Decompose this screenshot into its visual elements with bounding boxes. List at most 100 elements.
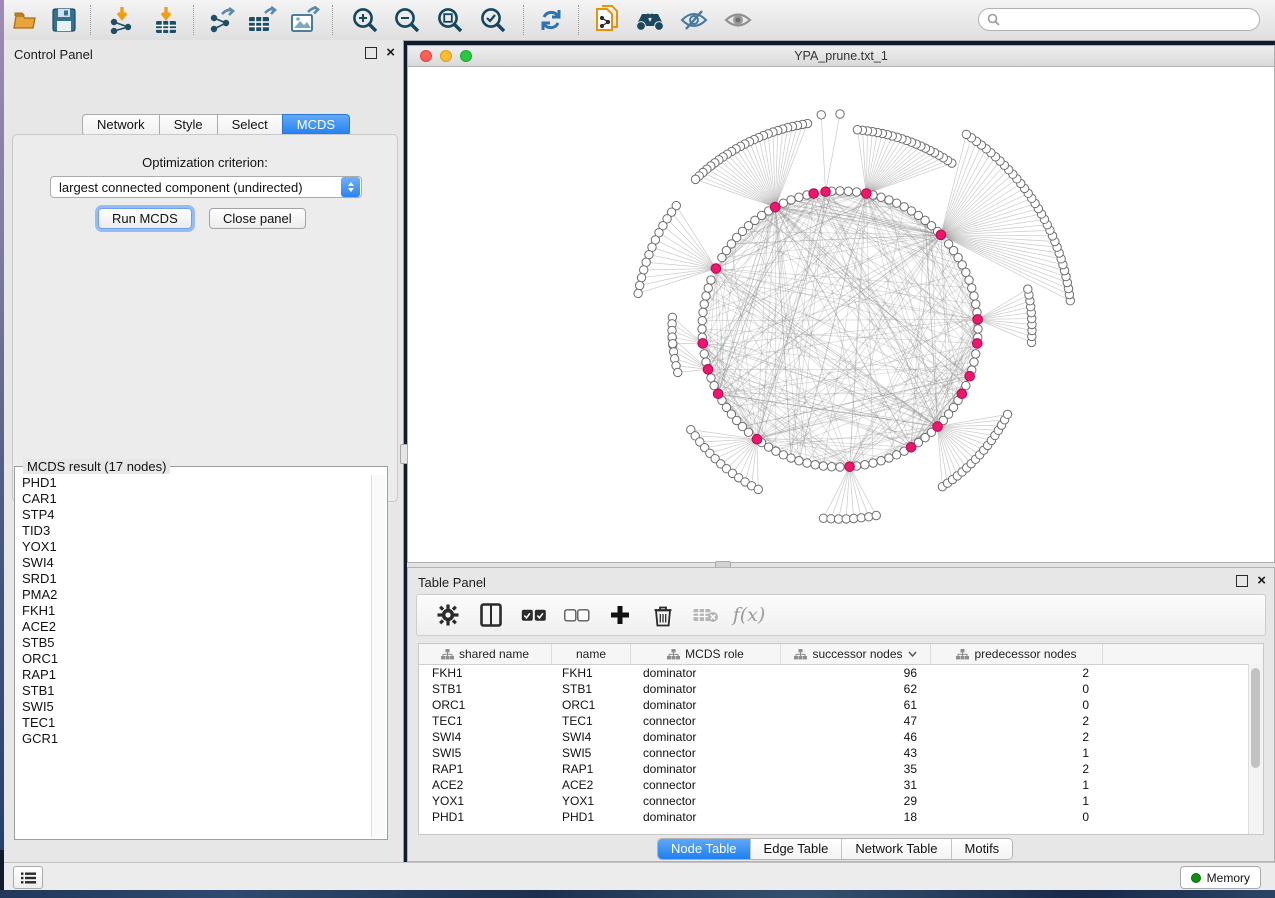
mcds-result-item[interactable]: RAP1 [16,667,372,683]
network-graph-canvas[interactable] [408,66,1272,562]
table-cell[interactable]: TEC1 [419,713,552,729]
table-cell[interactable]: 61 [781,697,931,713]
show-columns-icon[interactable] [478,602,504,628]
table-cell[interactable]: SWI5 [552,745,631,761]
mcds-result-item[interactable]: SWI5 [16,699,372,715]
tab-select[interactable]: Select [217,114,282,136]
table-cell[interactable]: 1 [931,777,1103,793]
tab-style[interactable]: Style [159,114,217,136]
table-cell[interactable]: connector [631,745,781,761]
table-scrollbar[interactable] [1248,664,1263,834]
table-cell[interactable]: connector [631,793,781,809]
table-cell[interactable]: dominator [631,697,781,713]
table-cell[interactable]: ORC1 [552,697,631,713]
table-cell[interactable]: 35 [781,761,931,777]
zoom-fit-icon[interactable] [434,4,466,36]
table-cell[interactable]: TEC1 [552,713,631,729]
mcds-result-item[interactable]: GCR1 [16,731,372,747]
mcds-result-item[interactable]: CAR1 [16,491,372,507]
table-cell[interactable]: RAP1 [552,761,631,777]
table-cell[interactable]: dominator [631,809,781,825]
mcds-result-item[interactable]: PHD1 [16,475,372,491]
export-network-icon[interactable] [206,4,238,36]
task-history-button[interactable] [13,866,43,889]
close-panel-icon[interactable]: × [386,48,395,58]
tab-edge-table[interactable]: Edge Table [751,839,843,859]
mcds-result-item[interactable]: FKH1 [16,603,372,619]
tab-network-table[interactable]: Network Table [842,839,951,859]
table-scrollbar-thumb[interactable] [1251,668,1260,768]
float-table-panel-icon[interactable] [1236,575,1248,587]
table-cell[interactable]: SWI4 [419,729,552,745]
search-network-icon[interactable] [634,4,666,36]
apply-function-icon[interactable]: f(x) [736,602,762,628]
table-cell[interactable]: 62 [781,681,931,697]
import-table-icon[interactable] [150,4,182,36]
float-panel-icon[interactable] [365,47,377,59]
open-session-icon[interactable] [10,4,42,36]
table-cell[interactable]: dominator [631,681,781,697]
table-cell[interactable]: 0 [931,809,1103,825]
table-cell[interactable]: 47 [781,713,931,729]
table-cell[interactable]: 18 [781,809,931,825]
table-cell[interactable]: connector [631,713,781,729]
table-row[interactable]: RAP1RAP1dominator352 [419,761,1263,777]
mcds-list-scrollbar[interactable] [371,475,386,838]
table-cell[interactable]: FKH1 [552,665,631,681]
table-cell[interactable]: YOX1 [552,793,631,809]
table-cell[interactable]: 43 [781,745,931,761]
table-cell[interactable]: SWI5 [419,745,552,761]
table-row[interactable]: SWI5SWI5connector431 [419,745,1263,761]
table-cell[interactable]: 96 [781,665,931,681]
table-cell[interactable]: 2 [931,729,1103,745]
network-search-box[interactable] [978,8,1260,31]
table-cell[interactable]: 46 [781,729,931,745]
tab-network[interactable]: Network [82,114,159,136]
table-cell[interactable]: RAP1 [419,761,552,777]
tab-mcds[interactable]: MCDS [282,114,350,136]
refresh-icon[interactable] [535,4,567,36]
table-cell[interactable]: PHD1 [552,809,631,825]
table-row[interactable]: PHD1PHD1dominator180 [419,809,1263,825]
delete-table-icon[interactable] [693,602,719,628]
export-table-icon[interactable] [246,4,278,36]
mcds-result-item[interactable]: TEC1 [16,715,372,731]
table-cell[interactable]: 0 [931,697,1103,713]
mcds-result-item[interactable]: PMA2 [16,587,372,603]
column-header-successor-nodes[interactable]: successor nodes [781,644,931,664]
clone-network-icon[interactable] [591,4,623,36]
table-row[interactable]: FKH1FKH1dominator962 [419,665,1263,681]
hide-panels-eye-icon[interactable] [678,4,710,36]
table-cell[interactable]: 1 [931,745,1103,761]
memory-button[interactable]: Memory [1180,866,1261,889]
table-cell[interactable]: 0 [931,681,1103,697]
table-cell[interactable]: FKH1 [419,665,552,681]
table-row[interactable]: YOX1YOX1connector291 [419,793,1263,809]
search-input[interactable] [1005,12,1259,28]
select-all-icon[interactable] [521,602,547,628]
column-header-mcds-role[interactable]: MCDS role [631,644,781,664]
table-cell[interactable]: STB1 [419,681,552,697]
mcds-result-list[interactable]: PHD1CAR1STP4TID3YOX1SWI4SRD1PMA2FKH1ACE2… [16,475,372,838]
deselect-all-icon[interactable] [564,602,590,628]
close-table-panel-icon[interactable]: × [1257,576,1266,586]
table-row[interactable]: ORC1ORC1dominator610 [419,697,1263,713]
mcds-result-item[interactable]: SWI4 [16,555,372,571]
table-row[interactable]: STB1STB1dominator620 [419,681,1263,697]
network-window-titlebar[interactable]: YPA_prune.txt_1 [408,46,1274,67]
table-cell[interactable]: STB1 [552,681,631,697]
table-cell[interactable]: ACE2 [419,777,552,793]
column-header-shared-name[interactable]: shared name [419,644,552,664]
mcds-result-item[interactable]: STB5 [16,635,372,651]
import-network-icon[interactable] [106,4,138,36]
settings-gear-icon[interactable] [435,602,461,628]
zoom-in-icon[interactable] [349,4,381,36]
table-body[interactable]: FKH1FKH1dominator962STB1STB1dominator620… [419,665,1263,825]
table-cell[interactable]: dominator [631,761,781,777]
tab-motifs[interactable]: Motifs [952,839,1013,859]
zoom-selected-icon[interactable] [477,4,509,36]
table-cell[interactable]: dominator [631,665,781,681]
mcds-result-item[interactable]: TID3 [16,523,372,539]
table-cell[interactable]: dominator [631,729,781,745]
close-panel-button[interactable]: Close panel [209,208,306,229]
